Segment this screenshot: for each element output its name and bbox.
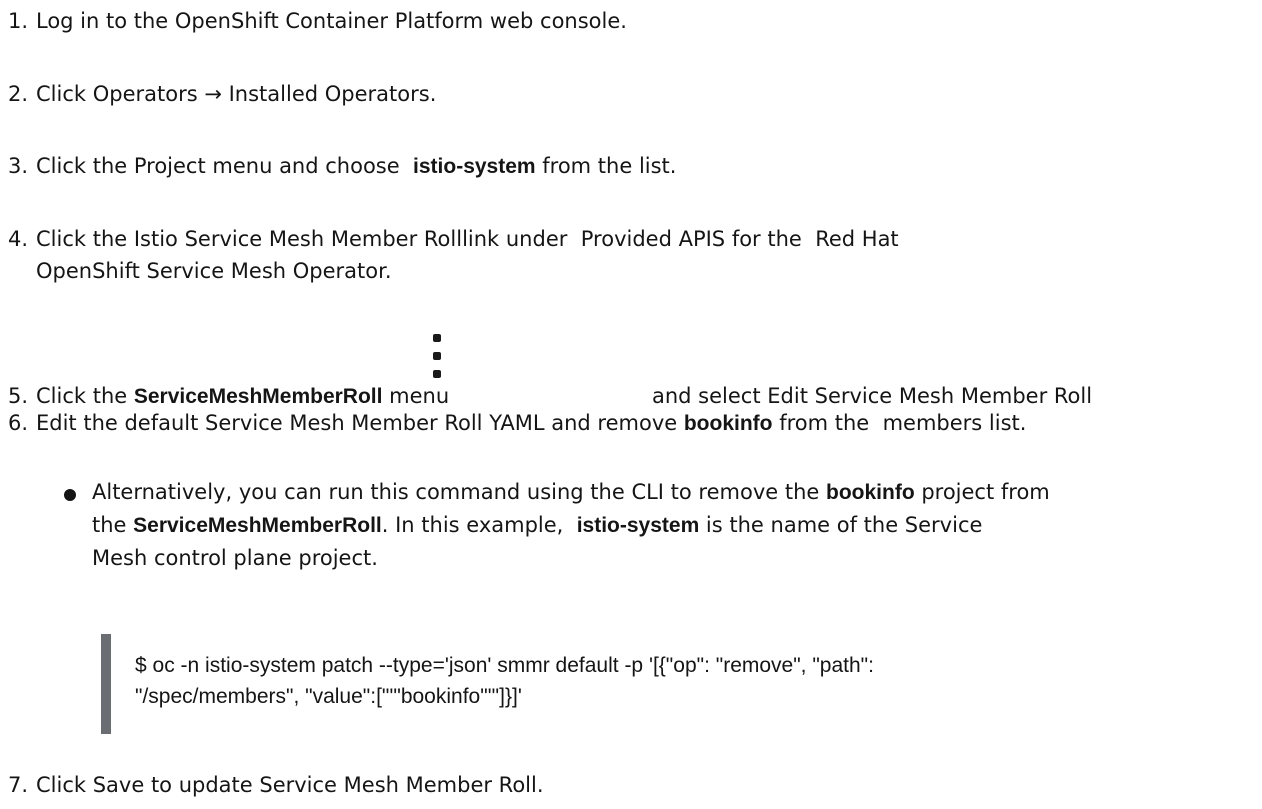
bullet-line-2: the ServiceMeshMemberRoll. In this examp… [92, 513, 983, 537]
step-5-continued: and select Edit Service Mesh Member Roll [652, 384, 1093, 408]
code-block: $ oc -n istio-system patch --type='json'… [135, 650, 874, 712]
bullet-line-3: Mesh control plane project. [92, 546, 378, 570]
step-1: 1. Log in to the OpenShift Container Plat… [8, 9, 627, 33]
bullet-line-1: Alternatively, you can run this command … [92, 480, 1050, 504]
step-4: 4. Click the Istio Service Mesh Member Ro… [8, 227, 899, 251]
bullet-item: Alternatively, you can run this command … [92, 476, 1050, 574]
code-line-2: "/spec/members", "value":["'"bookinfo"'"… [135, 685, 522, 708]
code-block-accent [101, 634, 111, 734]
step-2: 2. Click Operators → Installed Operators. [8, 82, 437, 106]
step-7: 7. Click Save to update Service Mesh Memb… [8, 773, 544, 797]
step-3: 3. Click the Project menu and choose isti… [8, 154, 677, 178]
step-4-continued: OpenShift Service Mesh Operator. [36, 259, 392, 283]
bullet-marker [64, 489, 76, 501]
step-6: 6. Edit the default Service Mesh Member R… [8, 411, 1027, 435]
code-line-1: $ oc -n istio-system patch --type='json'… [135, 654, 874, 677]
kebab-menu-icon [433, 334, 441, 378]
